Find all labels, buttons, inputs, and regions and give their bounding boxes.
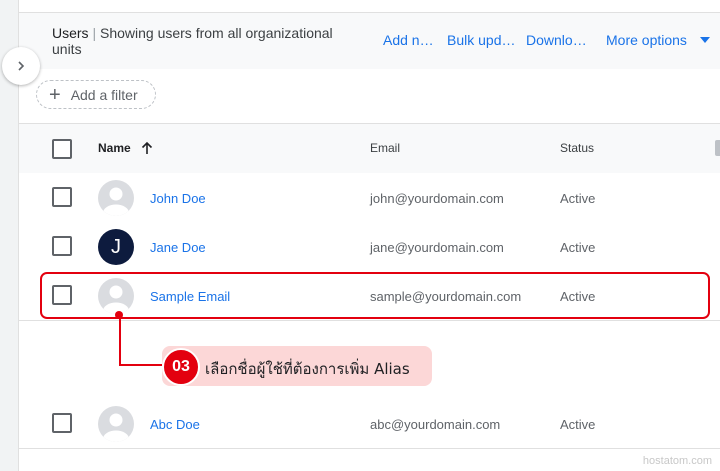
user-status: Active [560, 417, 596, 432]
initial-avatar: J [98, 229, 134, 265]
page-title: Users | Showing users from all organizat… [52, 25, 352, 57]
row-highlight-box [40, 272, 710, 319]
more-options-label: More options [606, 32, 687, 48]
step-badge: 03 [162, 348, 200, 386]
avatar-initial: J [111, 235, 121, 258]
default-avatar-icon [98, 180, 134, 216]
users-header: Users | Showing users from all organizat… [19, 12, 720, 70]
bulk-update-button[interactable]: Bulk upd… [447, 32, 515, 48]
user-name-link[interactable]: John Doe [150, 191, 206, 206]
table-row[interactable]: J Jane Doe jane@yourdomain.com Active [19, 222, 720, 272]
chevron-right-icon [18, 61, 25, 71]
column-settings-icon[interactable] [715, 140, 720, 156]
step-number: 03 [172, 358, 190, 375]
tutorial-callout: 03 เลือกชื่อผู้ใช้ที่ต้องการเพิ่ม Alias [162, 346, 432, 386]
sort-arrow-up-icon [141, 141, 153, 154]
filter-bar: + Add a filter [19, 69, 720, 123]
add-new-user-button[interactable]: Add n… [383, 32, 434, 48]
callout-text: เลือกชื่อผู้ใช้ที่ต้องการเพิ่ม Alias [205, 360, 410, 378]
caret-down-icon [700, 37, 710, 43]
add-filter-label: Add a filter [70, 86, 138, 103]
table-row[interactable]: John Doe john@yourdomain.com Active [19, 173, 720, 223]
column-name-label: Name [98, 141, 131, 155]
title-separator: | [92, 25, 97, 41]
watermark: hostatom.com [642, 455, 712, 467]
row-checkbox[interactable] [52, 187, 72, 207]
download-button[interactable]: Downlo… [526, 32, 587, 48]
column-status-header[interactable]: Status [560, 141, 594, 155]
table-header: Name Email Status [19, 123, 720, 174]
callout-anchor-dot [115, 311, 123, 319]
select-all-checkbox[interactable] [52, 139, 72, 159]
plus-icon: + [49, 83, 61, 106]
row-checkbox[interactable] [52, 236, 72, 256]
title-users: Users [52, 25, 89, 41]
default-avatar-icon [98, 406, 134, 442]
column-email-header[interactable]: Email [370, 141, 400, 155]
more-options-button[interactable]: More options [606, 32, 710, 48]
expand-panel-button[interactable] [2, 47, 40, 85]
add-filter-button[interactable]: + Add a filter [36, 80, 156, 109]
user-status: Active [560, 191, 596, 206]
user-name-link[interactable]: Jane Doe [150, 240, 206, 255]
column-name-header[interactable]: Name [98, 141, 153, 155]
row-checkbox[interactable] [52, 413, 72, 433]
user-email: abc@yourdomain.com [370, 417, 501, 432]
user-name-link[interactable]: Abc Doe [150, 417, 200, 432]
user-status: Active [560, 240, 596, 255]
user-email: jane@yourdomain.com [370, 240, 504, 255]
table-row[interactable]: Abc Doe abc@yourdomain.com Active [19, 399, 720, 449]
user-email: john@yourdomain.com [370, 191, 504, 206]
